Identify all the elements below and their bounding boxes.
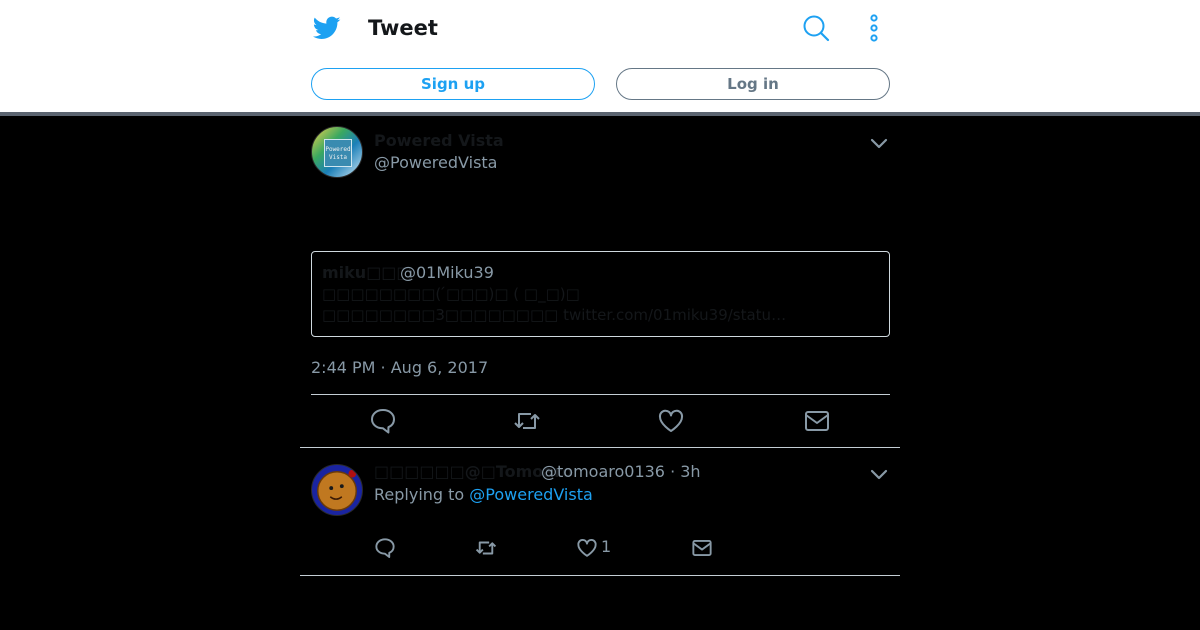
replying-to: Replying to @PoweredVista — [374, 485, 593, 504]
login-button[interactable]: Log in — [616, 68, 890, 100]
more-options-icon[interactable] — [862, 14, 886, 42]
message-icon[interactable] — [691, 537, 713, 559]
tweet-timestamp[interactable]: 2:44 PM · Aug 6, 2017 — [311, 358, 488, 377]
quoted-tweet[interactable]: miku□□□ @01Miku39 □□□□□□□□( ́□□□)□ ( □_□… — [311, 251, 890, 337]
quoted-link[interactable]: twitter.com/01miku39/statu… — [563, 306, 786, 324]
reply-icon[interactable] — [369, 407, 397, 435]
top-header: Tweet Sign up Log in — [0, 0, 1200, 112]
avatar-logo-text: Powered Vista — [324, 139, 352, 167]
author-handle[interactable]: @PoweredVista — [374, 153, 497, 172]
twitter-bird-icon[interactable] — [312, 14, 341, 42]
quoted-text-line: □□□□□□□□3□□□□□□□□ twitter.com/01miku39/s… — [322, 306, 786, 324]
search-icon[interactable] — [802, 14, 830, 42]
chevron-down-icon[interactable] — [870, 465, 888, 480]
reply-icon[interactable] — [374, 537, 396, 559]
like-icon[interactable] — [657, 407, 685, 435]
divider — [300, 447, 900, 448]
chevron-down-icon[interactable] — [870, 134, 888, 149]
reply-author-avatar[interactable] — [311, 464, 363, 516]
message-icon[interactable] — [803, 407, 831, 435]
divider — [300, 575, 900, 576]
quoted-author-handle: @01Miku39 — [400, 263, 494, 282]
signup-button[interactable]: Sign up — [311, 68, 595, 100]
author-name[interactable]: Powered Vista — [374, 131, 504, 150]
author-avatar[interactable]: Powered Vista — [311, 126, 363, 178]
replying-to-label: Replying to — [374, 485, 465, 504]
header-divider — [0, 112, 1200, 116]
quoted-author-name: miku□□□ — [322, 263, 412, 282]
like-count: 1 — [601, 537, 612, 556]
divider — [311, 394, 890, 395]
like-icon[interactable] — [576, 537, 598, 559]
page-title: Tweet — [368, 16, 438, 40]
quoted-text-line: □□□□□□□□( ́□□□)□ ( □_□)□ — [322, 285, 580, 303]
retweet-icon[interactable] — [513, 407, 541, 435]
reply-author-handle[interactable]: @tomoaro0136 · 3h — [541, 462, 701, 481]
quoted-text: □□□□□□□□3□□□□□□□□ — [322, 306, 559, 324]
retweet-icon[interactable] — [475, 537, 497, 559]
replying-to-handle[interactable]: @PoweredVista — [469, 485, 592, 504]
